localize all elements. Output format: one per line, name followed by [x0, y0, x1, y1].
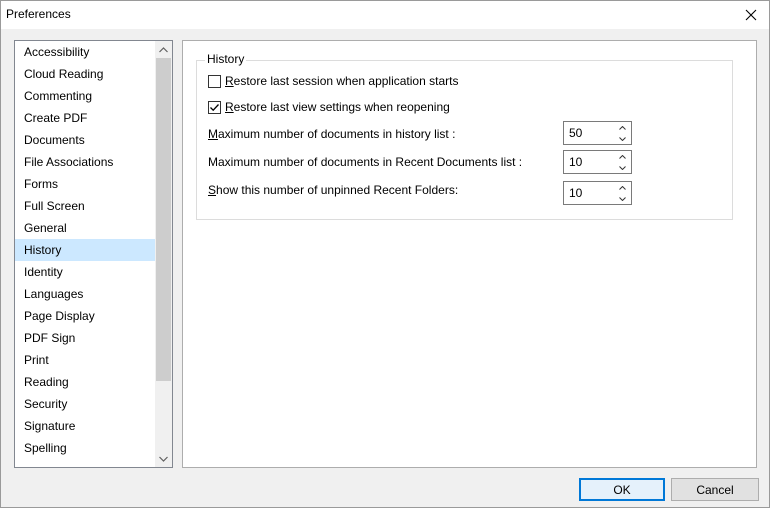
- unpinned-folders-value[interactable]: 10: [569, 186, 582, 200]
- history-group: History Restore last session when applic…: [196, 52, 733, 220]
- restore-view-checkbox[interactable]: [208, 100, 221, 114]
- window-title: Preferences: [6, 7, 71, 21]
- chevron-up-icon: [619, 125, 626, 130]
- category-list[interactable]: Accessibility Cloud Reading Commenting Crea…: [14, 40, 173, 468]
- max-history-stepper[interactable]: 50: [563, 121, 632, 145]
- category-item-create-pdf[interactable]: Create PDF: [15, 107, 155, 129]
- category-item-file-associations[interactable]: File Associations: [15, 151, 155, 173]
- category-item-commenting[interactable]: Commenting: [15, 85, 155, 107]
- category-item-full-screen[interactable]: Full Screen: [15, 195, 155, 217]
- restore-view-label: Restore last view settings when reopenin…: [225, 100, 450, 114]
- category-scrollbar[interactable]: [155, 41, 172, 467]
- category-item-forms[interactable]: Forms: [15, 173, 155, 195]
- category-item-cloud-reading[interactable]: Cloud Reading: [15, 63, 155, 85]
- unpinned-folders-stepper[interactable]: 10: [563, 181, 632, 205]
- category-item-documents[interactable]: Documents: [15, 129, 155, 151]
- category-item-pdf-sign[interactable]: PDF Sign: [15, 327, 155, 349]
- category-item-security[interactable]: Security: [15, 393, 155, 415]
- chevron-up-icon: [619, 185, 626, 190]
- restore-session-checkbox[interactable]: [208, 74, 221, 88]
- max-history-increment[interactable]: [614, 122, 631, 133]
- chevron-down-icon: [619, 136, 626, 141]
- scroll-up-button[interactable]: [155, 41, 172, 58]
- category-item-general[interactable]: General: [15, 217, 155, 239]
- category-item-spelling[interactable]: Spelling: [15, 437, 155, 459]
- unpinned-folders-decrement[interactable]: [614, 193, 631, 204]
- chevron-up-icon: [159, 46, 168, 52]
- category-item-identity[interactable]: Identity: [15, 261, 155, 283]
- scroll-thumb[interactable]: [156, 58, 171, 381]
- title-bar: Preferences: [1, 1, 769, 29]
- restore-session-option[interactable]: Restore last session when application st…: [208, 74, 458, 88]
- restore-session-label: Restore last session when application st…: [225, 74, 459, 88]
- cancel-button[interactable]: Cancel: [671, 478, 759, 501]
- category-item-accessibility[interactable]: Accessibility: [15, 41, 155, 63]
- scroll-down-button[interactable]: [155, 450, 172, 467]
- max-recent-stepper[interactable]: 10: [563, 150, 632, 174]
- category-item-reading[interactable]: Reading: [15, 371, 155, 393]
- max-history-label: Maximum number of documents in history l…: [208, 127, 456, 141]
- checkmark-icon: [210, 103, 219, 111]
- close-icon: [745, 9, 757, 21]
- max-recent-label: Maximum number of documents in Recent Do…: [208, 155, 523, 169]
- max-recent-decrement[interactable]: [614, 162, 631, 173]
- max-history-spin-buttons: [614, 122, 631, 144]
- ok-button[interactable]: OK: [579, 478, 665, 501]
- preferences-dialog: Preferences Accessibility Cloud Reading Co…: [0, 0, 770, 508]
- unpinned-folders-label: Show this number of unpinned Recent Fold…: [208, 183, 459, 197]
- max-history-decrement[interactable]: [614, 133, 631, 144]
- category-item-page-display[interactable]: Page Display: [15, 305, 155, 327]
- category-items: Accessibility Cloud Reading Commenting Crea…: [15, 41, 155, 459]
- settings-panel: History Restore last session when applic…: [182, 40, 757, 468]
- chevron-down-icon: [159, 456, 168, 462]
- max-recent-value[interactable]: 10: [569, 155, 582, 169]
- unpinned-folders-spin-buttons: [614, 182, 631, 204]
- category-item-languages[interactable]: Languages: [15, 283, 155, 305]
- max-recent-spin-buttons: [614, 151, 631, 173]
- category-item-print[interactable]: Print: [15, 349, 155, 371]
- history-group-title: History: [205, 52, 247, 66]
- chevron-down-icon: [619, 196, 626, 201]
- max-recent-increment[interactable]: [614, 151, 631, 162]
- max-history-value[interactable]: 50: [569, 126, 582, 140]
- chevron-down-icon: [619, 165, 626, 170]
- unpinned-folders-increment[interactable]: [614, 182, 631, 193]
- category-item-signature[interactable]: Signature: [15, 415, 155, 437]
- category-item-history[interactable]: History: [15, 239, 155, 261]
- close-button[interactable]: [733, 1, 769, 29]
- chevron-up-icon: [619, 154, 626, 159]
- restore-view-option[interactable]: Restore last view settings when reopenin…: [208, 100, 450, 114]
